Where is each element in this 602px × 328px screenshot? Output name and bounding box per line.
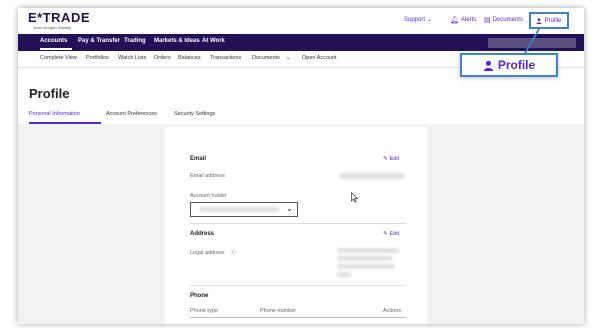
- support-label: Support: [404, 16, 426, 23]
- subnav-portfolios[interactable]: Portfolios: [86, 55, 109, 61]
- etrade-logo[interactable]: E*TRADE: [28, 11, 90, 24]
- nav-markets-ideas[interactable]: Markets & Ideas: [154, 38, 200, 44]
- subnav-watch-lists[interactable]: Watch Lists: [118, 55, 146, 61]
- top-bar: E*TRADE from Morgan Stanley Support ⌄ 🔔︎…: [18, 8, 584, 34]
- alerts-label: Alerts: [460, 17, 477, 23]
- email-edit-button[interactable]: ✎ Edit: [383, 156, 399, 162]
- documents-link[interactable]: ▤ Documents: [484, 16, 523, 24]
- address-line-redacted: [337, 264, 395, 269]
- document-icon: ▤: [484, 17, 491, 24]
- legal-address-text: Legal address: [190, 250, 225, 256]
- account-holder-select[interactable]: ⌄: [190, 202, 298, 217]
- support-menu[interactable]: Support ⌄: [404, 16, 433, 24]
- phone-number-header: Phone number: [260, 308, 297, 314]
- email-address-label: Email address: [190, 173, 225, 179]
- edit-label: Edit: [389, 231, 400, 237]
- subnav-complete-view[interactable]: Complete View: [40, 55, 77, 61]
- actions-header: Actions: [383, 308, 402, 314]
- account-holder-value-redacted: [199, 207, 279, 212]
- user-icon: [536, 17, 543, 24]
- nav-trading[interactable]: Trading: [124, 38, 146, 44]
- table-header-divider: [190, 317, 406, 318]
- divider: [190, 223, 406, 224]
- profile-label: Profile: [544, 17, 562, 24]
- address-line-redacted: [337, 256, 393, 261]
- pencil-icon: ✎: [383, 231, 388, 237]
- subnav-orders[interactable]: Orders: [154, 55, 171, 61]
- legal-address-label: Legal address ⓘ: [190, 248, 236, 256]
- chevron-down-icon: ⌄: [286, 204, 293, 213]
- phone-heading: Phone: [190, 293, 209, 299]
- nav-at-work[interactable]: At Work: [202, 38, 225, 44]
- subnav-documents[interactable]: Documents: [252, 55, 280, 61]
- main-nav: Accounts Pay & Transfer Trading Markets …: [18, 34, 584, 51]
- tab-account-preferences[interactable]: Account Preferences: [106, 111, 157, 117]
- chevron-down-icon: ⌄: [286, 55, 291, 61]
- tab-personal-information[interactable]: Personal Information: [29, 111, 80, 117]
- address-line-redacted: [337, 248, 399, 253]
- pencil-icon: ✎: [383, 156, 388, 162]
- address-line-redacted: [337, 272, 351, 277]
- email-heading: Email: [190, 156, 207, 162]
- callout-label: Profile: [497, 58, 536, 72]
- edit-label: Edit: [389, 156, 400, 162]
- account-holder-label: Account holder: [190, 193, 227, 199]
- active-tab-indicator: [29, 122, 101, 124]
- subnav-balances[interactable]: Balances: [178, 55, 201, 61]
- address-edit-button[interactable]: ✎ Edit: [383, 231, 399, 237]
- profile-callout: Profile: [460, 53, 558, 77]
- email-value-redacted: [339, 173, 405, 179]
- address-heading: Address: [190, 231, 215, 237]
- chevron-down-icon: ⌄: [427, 17, 433, 23]
- tab-security-settings[interactable]: Security Settings: [174, 111, 215, 117]
- nav-pay-transfer[interactable]: Pay & Transfer: [78, 38, 120, 44]
- bell-icon: 🔔︎: [450, 17, 459, 24]
- user-icon: [483, 60, 493, 71]
- profile-card: Email ✎ Edit Email address Account holde…: [165, 127, 427, 324]
- phone-type-header: Phone type: [190, 308, 218, 314]
- active-nav-indicator: [40, 48, 72, 50]
- subnav-transactions[interactable]: Transactions: [210, 55, 241, 61]
- profile-link[interactable]: Profile: [529, 12, 569, 29]
- divider: [190, 285, 406, 286]
- mouse-cursor-icon: [351, 192, 358, 203]
- logo-subtitle: from Morgan Stanley: [34, 25, 72, 30]
- page-title: Profile: [29, 86, 70, 101]
- browser-frame: E*TRADE from Morgan Stanley Support ⌄ 🔔︎…: [18, 8, 584, 324]
- subnav-open-account[interactable]: Open Account: [302, 55, 337, 61]
- nav-accounts[interactable]: Accounts: [40, 38, 67, 44]
- info-icon[interactable]: ⓘ: [230, 250, 236, 256]
- alerts-link[interactable]: 🔔︎ Alerts: [450, 16, 476, 24]
- documents-label: Documents: [492, 17, 523, 23]
